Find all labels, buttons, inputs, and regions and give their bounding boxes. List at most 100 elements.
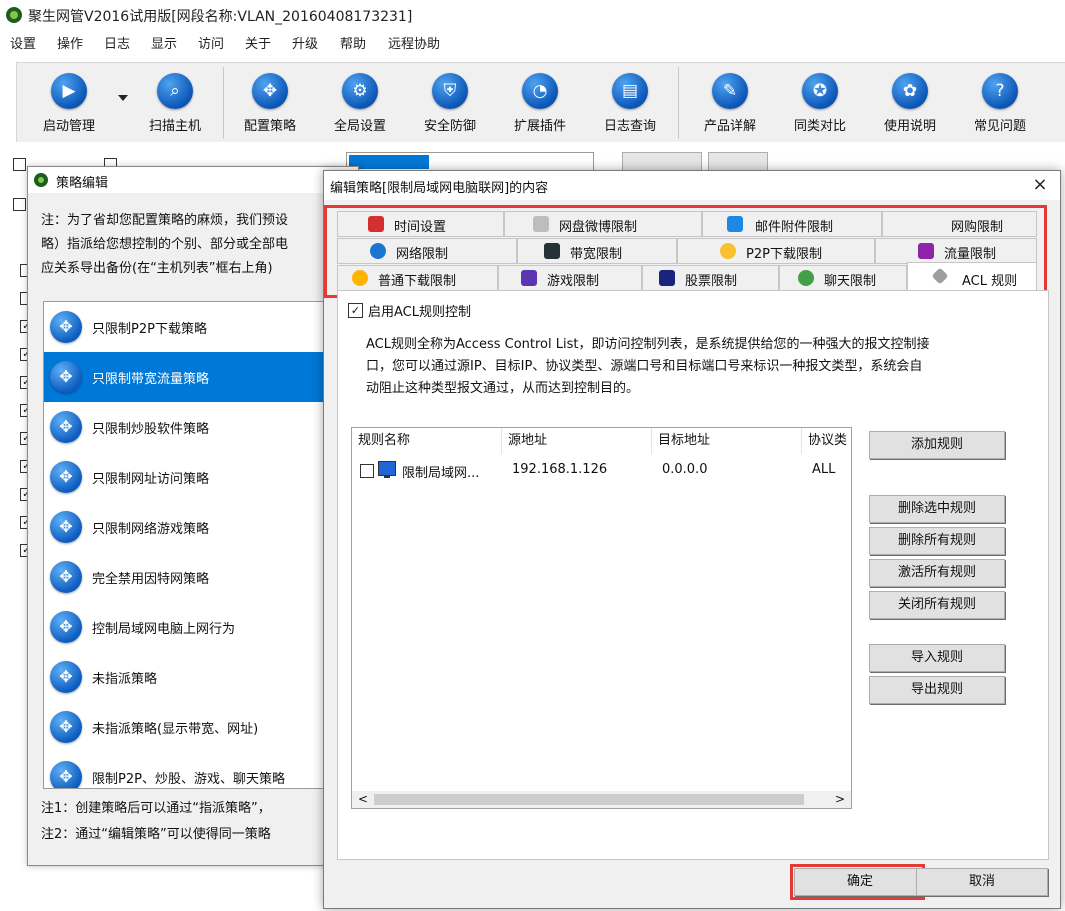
- tab-netdisk-weibo[interactable]: 网盘微博限制: [504, 211, 702, 237]
- horizontal-scrollbar[interactable]: < >: [352, 791, 851, 808]
- enable-acl-checkbox[interactable]: ✓: [348, 303, 363, 318]
- global-settings-button[interactable]: ⚙ 全局设置: [318, 63, 402, 143]
- column-header-source[interactable]: 源地址: [502, 428, 652, 454]
- delete-selected-rule-button[interactable]: 删除选中规则: [869, 495, 1005, 523]
- dialog-titlebar: 编辑策略[限制局域网电脑联网]的内容 ×: [324, 171, 1060, 200]
- log-icon: ▤: [612, 73, 648, 109]
- tab-time-settings[interactable]: 时间设置: [337, 211, 504, 237]
- close-all-rules-button[interactable]: 关闭所有规则: [869, 591, 1005, 619]
- security-defense-button[interactable]: ⛨ 安全防御: [408, 63, 492, 143]
- edit-policy-dialog: 编辑策略[限制局域网电脑联网]的内容 × 时间设置 网盘微博限制 邮件附件限制 …: [323, 170, 1061, 909]
- policy-footer-note: 注2：通过“编辑策略”可以使得同一策略: [41, 827, 271, 842]
- acl-rules-list[interactable]: 规则名称 源地址 目标地址 协议类 限制局域网... 192.168.1.126…: [351, 427, 852, 809]
- usage-guide-button[interactable]: ✿ 使用说明: [868, 63, 952, 143]
- stock-chart-icon: [659, 270, 675, 286]
- play-icon: ▶: [51, 73, 87, 109]
- move-icon: ✥: [50, 361, 82, 393]
- export-rules-button[interactable]: 导出规则: [869, 676, 1005, 704]
- acl-description-line: 动阻止这种类型报文通过，从而达到控制目的。: [366, 381, 640, 396]
- add-rule-button[interactable]: 添加规则: [869, 431, 1005, 459]
- move-icon: ✥: [50, 561, 82, 593]
- clock-icon: [352, 270, 368, 286]
- config-policy-button[interactable]: ✥ 配置策略: [228, 63, 312, 143]
- policy-list-item[interactable]: ✥ 限制P2P、炒股、游戏、聊天策略: [44, 752, 344, 788]
- column-header-protocol[interactable]: 协议类: [802, 428, 851, 454]
- menu-upgrade[interactable]: 升级: [292, 33, 318, 52]
- tab-stock[interactable]: 股票限制: [642, 265, 779, 291]
- chevron-right-icon[interactable]: >: [833, 791, 847, 808]
- policy-combo[interactable]: [346, 152, 594, 172]
- policy-list-item[interactable]: ✥ 只限制P2P下载策略: [44, 302, 344, 352]
- import-rules-button[interactable]: 导入规则: [869, 644, 1005, 672]
- tab-network[interactable]: 网络限制: [337, 238, 517, 264]
- menu-view[interactable]: 显示: [151, 33, 177, 52]
- title-bar: 聚生网管V2016试用版[网段名称:VLAN_20160408173231]: [0, 0, 1065, 31]
- rule-checkbox[interactable]: [360, 464, 374, 478]
- activate-all-rules-button[interactable]: 激活所有规则: [869, 559, 1005, 587]
- mail-icon: [727, 216, 743, 232]
- menu-remote-assist[interactable]: 远程协助: [388, 33, 440, 52]
- start-manage-button[interactable]: ▶ 启动管理: [27, 63, 111, 143]
- policy-list-item[interactable]: ✥ 控制局域网电脑上网行为: [44, 602, 344, 652]
- menu-access[interactable]: 访问: [198, 33, 224, 52]
- menu-help[interactable]: 帮助: [340, 33, 366, 52]
- chevron-down-icon[interactable]: [118, 95, 128, 101]
- log-query-button[interactable]: ▤ 日志查询: [588, 63, 672, 143]
- close-button[interactable]: ×: [1028, 173, 1052, 197]
- dialog-title: 编辑策略[限制局域网电脑联网]的内容: [330, 181, 549, 196]
- menu-operate[interactable]: 操作: [57, 33, 83, 52]
- policy-list-item[interactable]: ✥ 未指派策略: [44, 652, 344, 702]
- product-details-button[interactable]: ✎ 产品详解: [688, 63, 772, 143]
- select-all-checkbox[interactable]: [13, 158, 26, 171]
- acl-description-line: 口，您可以通过源IP、目标IP、协议类型、源端口号和目标端口号来标识一种报文类型…: [366, 359, 923, 374]
- import-button-bg[interactable]: [622, 152, 702, 172]
- tab-chat[interactable]: 聊天限制: [779, 265, 907, 291]
- policy-list-item[interactable]: ✥ 完全禁用因特网策略: [44, 552, 344, 602]
- tab-mail-attachment[interactable]: 邮件附件限制: [702, 211, 882, 237]
- tab-traffic[interactable]: 流量限制: [875, 238, 1037, 264]
- ok-highlight-box: [790, 864, 925, 900]
- menu-settings[interactable]: 设置: [10, 33, 36, 52]
- host-checkbox[interactable]: [13, 198, 26, 211]
- app-logo-icon: [34, 173, 48, 187]
- tab-acl-rules[interactable]: ACL 规则: [907, 262, 1037, 292]
- move-icon: ✥: [50, 461, 82, 493]
- column-header-rule-name[interactable]: 规则名称: [352, 428, 502, 454]
- toolbar-separator: [223, 67, 224, 139]
- scrollbar-thumb[interactable]: [374, 794, 804, 805]
- scan-hosts-button[interactable]: ⌕ 扫描主机: [133, 63, 217, 143]
- rule-name-cell[interactable]: 限制局域网...: [402, 462, 479, 481]
- tab-bandwidth[interactable]: 带宽限制: [517, 238, 677, 264]
- compare-button[interactable]: ✪ 同类对比: [778, 63, 862, 143]
- extension-plugins-button[interactable]: ◔ 扩展插件: [498, 63, 582, 143]
- column-header-destination[interactable]: 目标地址: [652, 428, 802, 454]
- menu-log[interactable]: 日志: [104, 33, 130, 52]
- policy-note-line: 注：为了省却您配置策略的麻烦，我们预设: [41, 213, 289, 228]
- menu-about[interactable]: 关于: [245, 33, 271, 52]
- acl-tab-page: ✓ 启用ACL规则控制 ACL规则全称为Access Control List，…: [337, 290, 1049, 860]
- move-icon: ✥: [50, 711, 82, 743]
- policy-list-item[interactable]: ✥ 只限制带宽流量策略: [44, 352, 344, 402]
- tab-p2p[interactable]: P2P下载限制: [677, 238, 875, 264]
- policy-list-item[interactable]: ✥ 只限制炒股软件策略: [44, 402, 344, 452]
- tab-shopping[interactable]: 网购限制: [882, 211, 1037, 237]
- window-title: 聚生网管V2016试用版[网段名称:VLAN_20160408173231]: [28, 9, 413, 25]
- users-icon: [798, 270, 814, 286]
- tab-game[interactable]: 游戏限制: [498, 265, 642, 291]
- rule-source-cell: 192.168.1.126: [512, 462, 608, 477]
- policy-list-item[interactable]: ✥ 只限制网址访问策略: [44, 452, 344, 502]
- chevron-left-icon[interactable]: <: [356, 791, 370, 808]
- policy-note-line: 应关系导出备份(在“主机列表”框右上角): [41, 261, 273, 276]
- faq-button[interactable]: ? 常见问题: [958, 63, 1042, 143]
- gear-icon: ⚙: [342, 73, 378, 109]
- tab-normal-download[interactable]: 普通下载限制: [337, 265, 498, 291]
- cancel-button[interactable]: 取消: [916, 868, 1048, 896]
- rule-destination-cell: 0.0.0.0: [662, 462, 708, 477]
- policy-list-item[interactable]: ✥ 未指派策略(显示带宽、网址): [44, 702, 344, 752]
- tag-icon: [931, 267, 949, 285]
- export-button-bg[interactable]: [708, 152, 768, 172]
- policy-list-item[interactable]: ✥ 只限制网络游戏策略: [44, 502, 344, 552]
- combo-selection: [349, 155, 429, 169]
- delete-all-rules-button[interactable]: 删除所有规则: [869, 527, 1005, 555]
- award-icon: ✿: [892, 73, 928, 109]
